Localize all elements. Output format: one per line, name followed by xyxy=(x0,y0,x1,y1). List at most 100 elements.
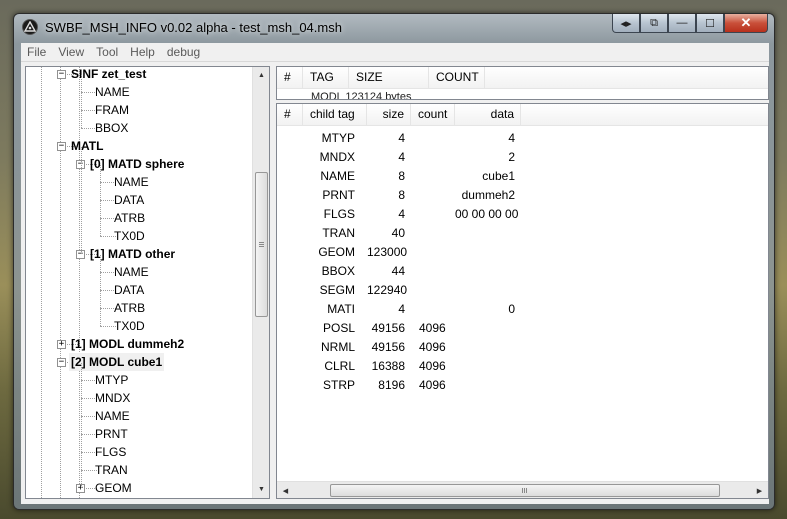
table-row[interactable]: FLGS 4 00 00 00 00 xyxy=(277,205,768,224)
table-row[interactable]: MATI 4 0 xyxy=(277,300,768,319)
swap-icon[interactable]: ◂▸ xyxy=(612,14,640,33)
tree-node[interactable]: DATA xyxy=(26,281,253,299)
table-row[interactable]: NAME 8 cube1 xyxy=(277,167,768,186)
grip-line xyxy=(259,241,264,243)
expand-icon[interactable]: + xyxy=(57,340,66,349)
tree-node-label: [1] MATD other xyxy=(90,247,176,261)
cell-size: 49156 xyxy=(371,321,405,335)
cell-tag: STRP xyxy=(322,378,355,392)
collapse-icon[interactable]: − xyxy=(57,358,66,367)
minimize-button[interactable]: — xyxy=(668,14,696,33)
tree-node-label: [1] MODL dummeh2 xyxy=(71,337,185,351)
table-row[interactable]: CLRL 16388 4096 xyxy=(277,357,768,376)
cell-count xyxy=(419,148,459,167)
tree-guide-line xyxy=(81,363,82,488)
tree-node[interactable]: MNDX xyxy=(26,389,253,407)
tree-node[interactable]: FRAM xyxy=(26,101,253,119)
table-row[interactable]: BBOX 44 xyxy=(277,262,768,281)
cell-tag: POSL xyxy=(322,321,355,335)
client-area: − SINF zet_test NAME FRAM BBOX − MATL − [0] MATD… xyxy=(21,62,769,504)
tree-vertical-scrollbar[interactable]: ▲ ▼ xyxy=(252,67,269,498)
cell-tag: NAME xyxy=(320,169,355,183)
menu-file[interactable]: File xyxy=(21,45,52,59)
tree-node[interactable]: − SINF zet_test xyxy=(26,67,253,83)
tree-node[interactable]: NAME xyxy=(26,263,253,281)
scroll-up-arrow-icon[interactable]: ▲ xyxy=(253,67,269,84)
scroll-down-arrow-icon[interactable]: ▼ xyxy=(253,481,269,498)
cell-count xyxy=(419,129,459,148)
tree-node[interactable]: PRNT xyxy=(26,425,253,443)
list-horizontal-scrollbar[interactable]: ◀ ▶ xyxy=(277,481,768,498)
tree-node[interactable]: ATRB xyxy=(26,209,253,227)
menu-help[interactable]: Help xyxy=(124,45,161,59)
table-row[interactable]: TRAN 40 xyxy=(277,224,768,243)
tree-node[interactable]: NAME xyxy=(26,83,253,101)
cell-count: 4096 xyxy=(419,340,446,354)
tree-node[interactable]: − [2] MODL cube1 xyxy=(26,353,253,371)
tree-node[interactable]: + GEOM xyxy=(26,479,253,497)
tree-node[interactable]: NAME xyxy=(26,407,253,425)
tree-node[interactable]: − [0] MATD sphere xyxy=(26,155,253,173)
tree-node[interactable]: ATRB xyxy=(26,299,253,317)
cell-count xyxy=(419,167,459,186)
menu-view[interactable]: View xyxy=(52,45,90,59)
tree-node[interactable]: BBOX xyxy=(26,119,253,137)
col-header-index[interactable]: # xyxy=(277,104,303,126)
list-scroll-thumb[interactable] xyxy=(330,484,721,497)
tree-node[interactable]: FLGS xyxy=(26,443,253,461)
col-header-tag[interactable]: TAG xyxy=(303,67,349,89)
table-row[interactable]: SEGM 122940 xyxy=(277,281,768,300)
tree-node-label: NAME xyxy=(114,265,149,279)
tree-node-label: MTYP xyxy=(95,373,129,387)
close-button[interactable]: ✕ xyxy=(724,14,768,33)
table-row[interactable]: GEOM 123000 xyxy=(277,243,768,262)
col-header-child-tag[interactable]: child tag xyxy=(303,104,367,126)
cell-tag: NRML xyxy=(320,340,355,354)
tree-node-label: ATRB xyxy=(114,211,146,225)
table-row[interactable]: STRP 8196 4096 xyxy=(277,376,768,395)
tree-node[interactable]: + [1] MODL dummeh2 xyxy=(26,335,253,353)
scroll-right-arrow-icon[interactable]: ▶ xyxy=(751,482,768,498)
table-row[interactable]: POSL 49156 4096 xyxy=(277,319,768,338)
app-icon[interactable] xyxy=(22,19,38,35)
table-row[interactable]: MNDX 4 2 xyxy=(277,148,768,167)
tree-node[interactable]: DATA xyxy=(26,191,253,209)
menu-debug[interactable]: debug xyxy=(161,45,206,59)
chunk-tree[interactable]: − SINF zet_test NAME FRAM BBOX − MATL − [0] MATD… xyxy=(25,66,270,499)
tree-node-label: TRAN xyxy=(95,463,128,477)
collapse-icon[interactable]: − xyxy=(57,142,66,151)
table-row[interactable]: NRML 49156 4096 xyxy=(277,338,768,357)
tree-node[interactable]: TX0D xyxy=(26,317,253,335)
restore-alt-icon[interactable]: ⧉ xyxy=(640,14,668,33)
tree-node[interactable]: TX0D xyxy=(26,227,253,245)
col-header-count[interactable]: COUNT xyxy=(429,67,485,89)
col-header-index[interactable]: # xyxy=(277,67,303,89)
tree-node-label: FRAM xyxy=(95,103,129,117)
tree-node[interactable]: − MATL xyxy=(26,137,253,155)
tree-scroll-thumb[interactable] xyxy=(255,172,268,318)
tree-node[interactable]: TRAN xyxy=(26,461,253,479)
summary-row-partial[interactable]: MODL 123124 bytes xyxy=(311,88,768,99)
table-row[interactable]: MTYP 4 4 xyxy=(277,129,768,148)
cell-size: 122940 xyxy=(367,283,408,297)
title-bar[interactable]: SWBF_MSH_INFO v0.02 alpha - test_msh_04.… xyxy=(14,14,774,42)
tree-node[interactable]: − [1] MATD other xyxy=(26,245,253,263)
cell-count: 4096 xyxy=(419,321,446,335)
cell-data: cube1 xyxy=(482,169,515,183)
cell-count: 4096 xyxy=(419,378,446,392)
menu-tool[interactable]: Tool xyxy=(90,45,124,59)
col-header-count[interactable]: count xyxy=(411,104,455,126)
col-header-data[interactable]: data xyxy=(455,104,521,126)
col-header-size[interactable]: size xyxy=(367,104,411,126)
maximize-button[interactable]: ☐ xyxy=(696,14,724,33)
tree-node-label: NAME xyxy=(95,409,130,423)
collapse-icon[interactable]: − xyxy=(57,70,66,79)
cell-tag: TRAN xyxy=(322,226,355,240)
scroll-left-arrow-icon[interactable]: ◀ xyxy=(277,482,294,498)
col-header-size[interactable]: SIZE xyxy=(349,67,429,89)
tree-node[interactable]: NAME xyxy=(26,173,253,191)
child-chunk-list[interactable]: # child tag size count data MTYP 4 4 MNDX 4 2… xyxy=(276,103,769,499)
chunk-summary-list[interactable]: # TAG SIZE COUNT MODL 123124 bytes xyxy=(276,66,769,100)
tree-node[interactable]: MTYP xyxy=(26,371,253,389)
table-row[interactable]: PRNT 8 dummeh2 xyxy=(277,186,768,205)
